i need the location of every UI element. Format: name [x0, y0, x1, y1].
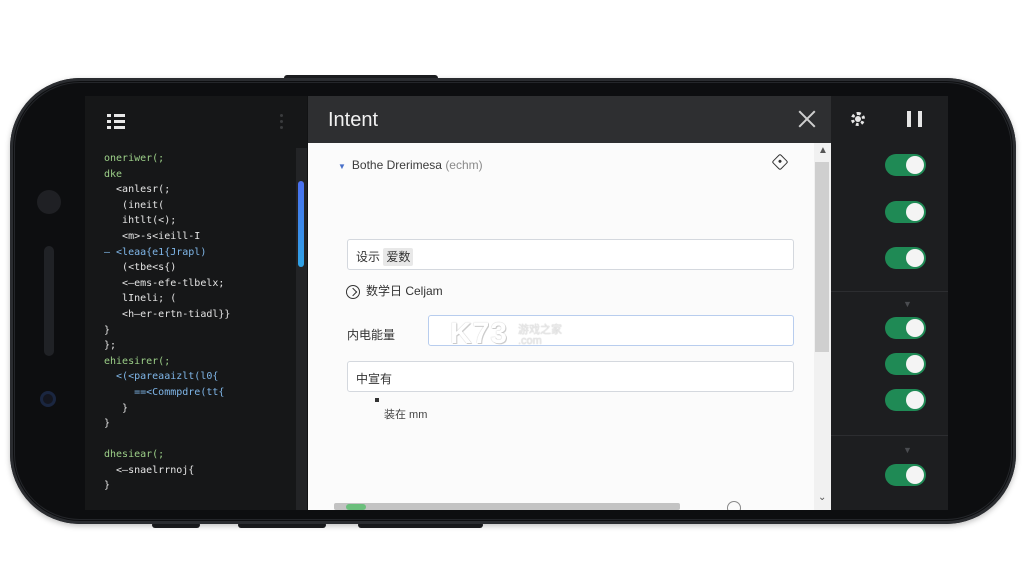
- code-line: ihtlt(<);: [104, 215, 177, 227]
- bottom-progress-bar: [334, 503, 680, 510]
- link-arrow-icon: [346, 284, 360, 299]
- panel-divider-2: [831, 435, 948, 436]
- link-row[interactable]: 数学日 Celjam: [346, 282, 443, 299]
- code-line: ehiesirer(;: [104, 355, 171, 367]
- sub-value-text: 装在 mm: [384, 409, 428, 421]
- code-line: <m>-s<ieill-I: [104, 230, 201, 242]
- scroll-down-arrow-icon[interactable]: ⌄: [818, 492, 826, 503]
- arrow-down-icon-1: ▼: [903, 299, 912, 309]
- value-input-field[interactable]: 中宣有: [347, 361, 794, 392]
- dialog-header: Intent: [308, 96, 831, 143]
- menu-list-icon[interactable]: [107, 114, 125, 130]
- sort-icon[interactable]: [905, 111, 927, 127]
- code-line: }: [104, 480, 111, 492]
- code-line: oneriwer(;: [104, 153, 165, 164]
- code-line: lIneli; (: [104, 293, 177, 305]
- triangle-down-icon: ▼: [338, 162, 346, 171]
- section-expander[interactable]: ▼ Bothe Drerimesa (echm): [338, 158, 483, 172]
- toggle-switch-2[interactable]: [885, 201, 926, 223]
- intent-input-field[interactable]: 设示 爱数: [347, 239, 794, 270]
- code-editor-panel: oneriwer(; dke <anlesr(; (ineit( ihtlt(<)…: [85, 96, 307, 510]
- toggle-switch-7[interactable]: [885, 464, 926, 486]
- code-line: }: [104, 418, 111, 430]
- field3-value: 中宣有: [356, 372, 393, 386]
- toggle-switch-1[interactable]: [885, 154, 926, 176]
- code-line: dhesiear(;: [104, 449, 165, 461]
- section-label: Bothe Drerimesa: [351, 158, 442, 172]
- code-line: — <leaa{e1{Jrapl): [104, 246, 207, 258]
- code-line: };: [104, 340, 117, 352]
- panel-divider-1: [831, 291, 948, 292]
- code-line: }: [104, 402, 129, 414]
- code-line: <h—er-ertn-tiadl}}: [104, 308, 231, 320]
- circle-icon[interactable]: [727, 501, 741, 510]
- link-text: 数学日 Celjam: [366, 284, 443, 298]
- code-line: dke: [104, 168, 123, 180]
- arrow-down-icon-2: ▼: [903, 445, 912, 455]
- energy-input-field[interactable]: [428, 315, 794, 346]
- dialog-body: ▼ Bothe Drerimesa (echm) 设示 爱数 数学日 Celjam…: [308, 143, 814, 510]
- code-line: <(<pareaaizlt(l0{: [104, 371, 219, 383]
- field1-chip[interactable]: 爱数: [383, 248, 414, 266]
- code-line: (<tbe<s{): [104, 262, 177, 274]
- code-scroll-thumb[interactable]: [298, 181, 304, 267]
- toggle-switch-5[interactable]: [885, 353, 926, 375]
- phone-screen: oneriwer(; dke <anlesr(; (ineit( ihtlt(<)…: [85, 96, 948, 510]
- progress-fill: [346, 504, 366, 510]
- code-lines: oneriwer(; dke <anlesr(; (ineit( ihtlt(<)…: [104, 151, 294, 510]
- toggle-switch-6[interactable]: [885, 389, 926, 411]
- intent-dialog: Intent ▼ Bothe Drerimesa (echm) 设示 爱数 数学日…: [308, 96, 831, 510]
- code-line: <—snaelrrnoj{: [104, 464, 195, 476]
- gear-icon[interactable]: [851, 112, 865, 126]
- earpiece-speaker: [44, 246, 54, 356]
- dialog-scroll-thumb[interactable]: [815, 162, 829, 352]
- bullet-marker: [375, 398, 379, 402]
- diamond-location-icon[interactable]: [771, 153, 789, 171]
- code-line: <anlesr(;: [104, 184, 171, 196]
- section-note: (echm): [445, 158, 483, 172]
- toggle-switch-3[interactable]: [885, 247, 926, 269]
- dialog-title: Intent: [328, 109, 379, 131]
- close-icon[interactable]: [798, 110, 816, 128]
- field1-prefix: 设示: [356, 250, 381, 264]
- code-line: (ineit(: [104, 199, 165, 211]
- settings-panel: ▼ ▼: [831, 96, 948, 510]
- code-line: }: [104, 324, 111, 336]
- scroll-up-arrow-icon[interactable]: ▲: [818, 145, 828, 156]
- front-camera: [37, 190, 61, 214]
- field2-label: 内电能量: [347, 328, 396, 342]
- toggle-switch-4[interactable]: [885, 317, 926, 339]
- proximity-sensor: [40, 391, 56, 407]
- more-options-icon[interactable]: [280, 114, 284, 130]
- code-line: ==<Commpdre(tt{: [104, 386, 225, 398]
- code-line: <—ems-efe-tlbelx;: [104, 277, 225, 289]
